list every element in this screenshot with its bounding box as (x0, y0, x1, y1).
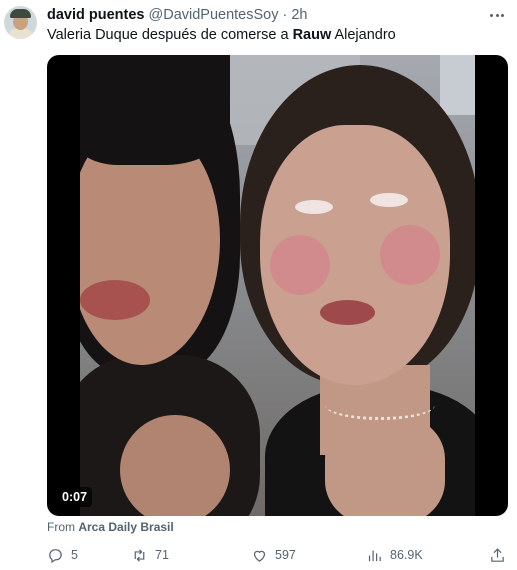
like-button[interactable]: 597 (251, 544, 296, 566)
timestamp[interactable]: 2h (291, 7, 307, 23)
tweet-text: Valeria Duque después de comerse a Rauw … (47, 27, 396, 43)
retweet-icon (134, 548, 145, 562)
reply-button[interactable]: 5 (47, 544, 78, 566)
views-button[interactable]: 86.9K (366, 544, 423, 566)
like-icon (253, 550, 266, 562)
source-link[interactable]: Arca Daily Brasil (78, 520, 173, 534)
author-handle[interactable]: @DavidPuentesSoy (149, 7, 279, 23)
reply-count: 5 (71, 548, 78, 562)
views-count: 86.9K (390, 548, 423, 562)
video-source: From Arca Daily Brasil (47, 520, 174, 534)
tweet-text-start: Valeria Duque después de comerse a (47, 27, 293, 43)
video-player[interactable]: 0:07 (47, 55, 508, 516)
tweet-text-bold: Rauw (292, 27, 332, 43)
tweet[interactable]: david puentes @DavidPuentesSoy · 2h Vale… (0, 0, 517, 570)
action-bar: 5 71 597 86.9K (47, 544, 509, 566)
retweet-count: 71 (155, 548, 169, 562)
reply-icon (49, 548, 62, 563)
avatar[interactable] (4, 6, 37, 39)
more-icon[interactable] (487, 6, 507, 24)
separator-dot: · (282, 7, 288, 23)
video-duration: 0:07 (57, 487, 93, 507)
tweet-text-end: Alejandro (331, 27, 396, 43)
share-button[interactable] (489, 544, 506, 566)
share-icon (491, 547, 504, 562)
views-icon (368, 550, 381, 561)
source-prefix: From (47, 520, 75, 534)
author-name[interactable]: david puentes (47, 7, 145, 23)
like-count: 597 (275, 548, 296, 562)
tweet-header: david puentes @DavidPuentesSoy · 2h (47, 6, 307, 24)
video-frame (80, 55, 475, 516)
retweet-button[interactable]: 71 (131, 544, 169, 566)
